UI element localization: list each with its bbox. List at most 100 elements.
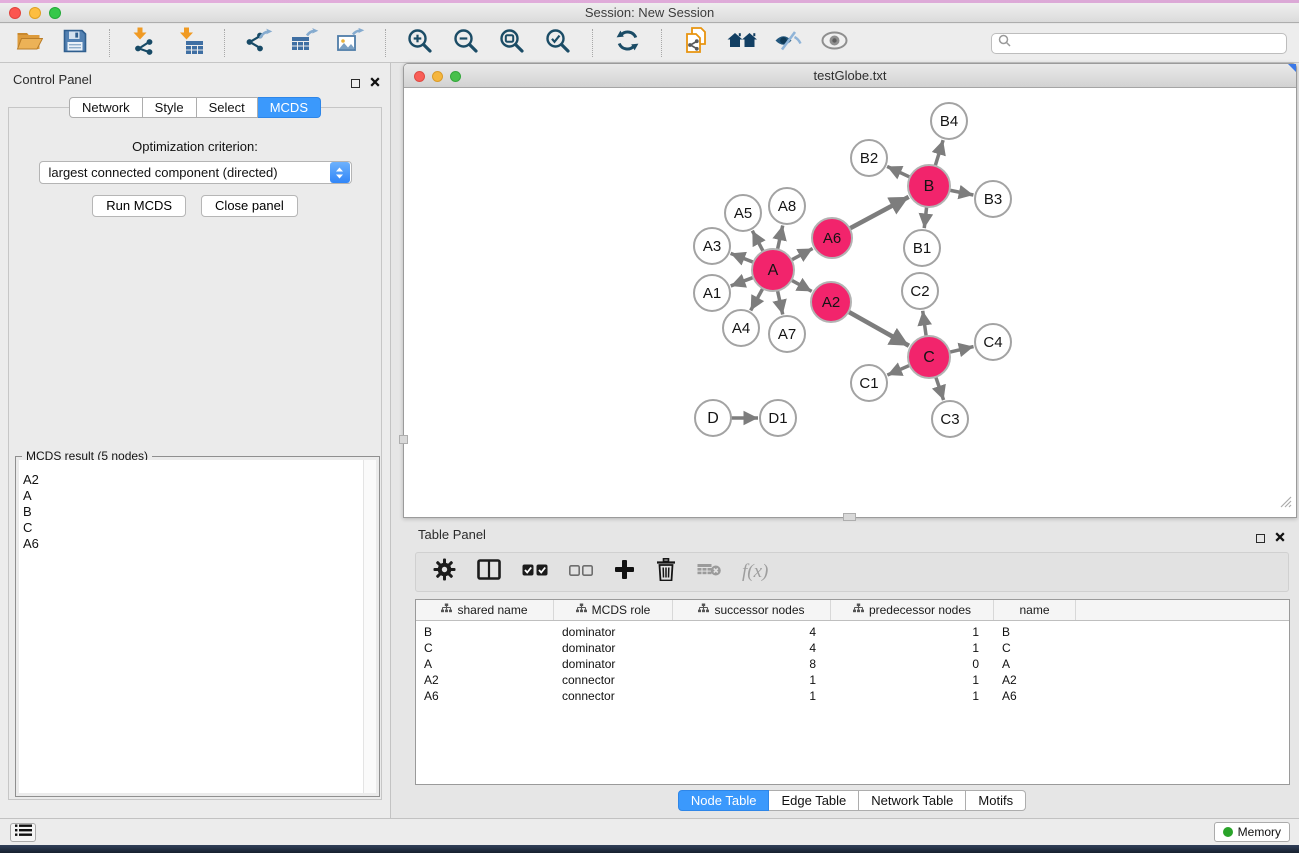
table-row[interactable]: Bdominator41B	[416, 624, 1289, 640]
select-all-rows-button[interactable]	[522, 563, 548, 581]
edge-B-B1[interactable]	[924, 206, 927, 228]
horizontal-splitter-handle[interactable]	[843, 513, 856, 521]
edge-A-A8[interactable]	[777, 226, 782, 251]
edge-C-C1[interactable]	[887, 365, 910, 375]
tab-network-table[interactable]: Network Table	[859, 790, 966, 811]
zoom-in-button[interactable]	[403, 28, 437, 59]
close-panel-button[interactable]: Close panel	[201, 195, 298, 217]
edge-A-A1[interactable]	[731, 277, 755, 286]
column-header-shared-name[interactable]: shared name	[416, 600, 554, 620]
network-graph[interactable]: AA1A3A4A5A7A8A6A2BB1B2B3B4CC1C2C3C4DD1	[405, 88, 1297, 517]
export-table-button[interactable]	[288, 28, 322, 59]
vertical-splitter-handle[interactable]	[399, 435, 408, 444]
function-builder-button[interactable]: f(x)	[742, 561, 768, 583]
network-window-titlebar[interactable]: testGlobe.txt	[404, 64, 1296, 88]
close-table-panel-icon[interactable]	[1275, 529, 1285, 547]
cell-name[interactable]: A6	[994, 689, 1076, 703]
edge-A2-C[interactable]	[848, 311, 909, 345]
cell-shared-name[interactable]: C	[416, 641, 554, 655]
run-mcds-button[interactable]: Run MCDS	[92, 195, 186, 217]
minimize-window-button[interactable]	[29, 7, 41, 19]
clone-network-button[interactable]	[679, 28, 713, 59]
cell-mcds-role[interactable]: dominator	[554, 641, 673, 655]
edge-A-A2[interactable]	[791, 280, 812, 292]
open-session-button[interactable]	[12, 28, 46, 59]
edge-B-B4[interactable]	[935, 140, 943, 167]
tab-edge-table[interactable]: Edge Table	[769, 790, 859, 811]
cell-shared-name[interactable]: A2	[416, 673, 554, 687]
hide-panels-button[interactable]	[771, 28, 805, 59]
close-window-button[interactable]	[9, 7, 21, 19]
show-panels-button[interactable]	[817, 28, 851, 59]
table-row[interactable]: A6connector11A6	[416, 688, 1289, 704]
tab-style[interactable]: Style	[143, 97, 197, 118]
import-table-button[interactable]	[173, 28, 207, 59]
network-close-button[interactable]	[414, 71, 425, 82]
column-header-name[interactable]: name	[994, 600, 1076, 620]
cell-successor-nodes[interactable]: 4	[673, 625, 831, 639]
zoom-selected-button[interactable]	[541, 28, 575, 59]
edge-C-C4[interactable]	[948, 347, 973, 353]
zoom-out-button[interactable]	[449, 28, 483, 59]
refresh-view-button[interactable]	[610, 28, 644, 59]
zoom-fit-button[interactable]	[495, 28, 529, 59]
tab-motifs[interactable]: Motifs	[966, 790, 1026, 811]
edge-A-A7[interactable]	[777, 290, 782, 315]
cell-mcds-role[interactable]: connector	[554, 673, 673, 687]
edge-B-B2[interactable]	[887, 166, 911, 177]
deselect-all-rows-button[interactable]	[569, 563, 593, 581]
cell-successor-nodes[interactable]: 1	[673, 673, 831, 687]
go-home-button[interactable]	[725, 28, 759, 59]
cell-predecessor-nodes[interactable]: 0	[831, 657, 994, 671]
add-row-button[interactable]	[614, 559, 635, 585]
table-settings-button[interactable]	[433, 558, 456, 586]
table-row[interactable]: Adominator80A	[416, 656, 1289, 672]
cell-shared-name[interactable]: A6	[416, 689, 554, 703]
cell-mcds-role[interactable]: connector	[554, 689, 673, 703]
cell-predecessor-nodes[interactable]: 1	[831, 673, 994, 687]
mcds-result-list[interactable]: A2ABCA6	[19, 460, 376, 793]
table-row[interactable]: Cdominator41C	[416, 640, 1289, 656]
cell-name[interactable]: A2	[994, 673, 1076, 687]
mcds-result-scrollbar[interactable]	[363, 460, 376, 793]
column-header-successor-nodes[interactable]: successor nodes	[673, 600, 831, 620]
float-panel-icon[interactable]	[351, 79, 360, 88]
zoom-window-button[interactable]	[49, 7, 61, 19]
edge-C-C3[interactable]	[935, 376, 943, 400]
network-zoom-button[interactable]	[450, 71, 461, 82]
task-history-button[interactable]	[10, 823, 36, 842]
cell-name[interactable]: A	[994, 657, 1076, 671]
import-network-button[interactable]	[127, 28, 161, 59]
edge-A-A6[interactable]	[791, 248, 813, 260]
cell-mcds-role[interactable]: dominator	[554, 657, 673, 671]
mcds-result-item[interactable]: C	[19, 520, 376, 536]
search-input[interactable]	[1015, 36, 1280, 50]
delete-row-button[interactable]	[656, 558, 676, 586]
tab-select[interactable]: Select	[197, 97, 258, 118]
edge-A6-B[interactable]	[849, 197, 909, 229]
cell-successor-nodes[interactable]: 8	[673, 657, 831, 671]
edge-A-A3[interactable]	[731, 253, 755, 262]
edge-C-C2[interactable]	[923, 311, 927, 337]
delete-table-button[interactable]	[697, 562, 721, 582]
column-header-mcds-role[interactable]: MCDS role	[554, 600, 673, 620]
tab-network[interactable]: Network	[69, 97, 143, 118]
mcds-result-item[interactable]: A6	[19, 536, 376, 552]
cell-predecessor-nodes[interactable]: 1	[831, 641, 994, 655]
table-row[interactable]: A2connector11A2	[416, 672, 1289, 688]
mcds-result-item[interactable]: B	[19, 504, 376, 520]
memory-button[interactable]: Memory	[1214, 822, 1290, 842]
edge-A-A4[interactable]	[751, 288, 764, 311]
tab-mcds[interactable]: MCDS	[258, 97, 321, 118]
cell-predecessor-nodes[interactable]: 1	[831, 625, 994, 639]
cell-predecessor-nodes[interactable]: 1	[831, 689, 994, 703]
search-box[interactable]	[991, 33, 1287, 54]
cell-successor-nodes[interactable]: 1	[673, 689, 831, 703]
cell-shared-name[interactable]: B	[416, 625, 554, 639]
export-image-button[interactable]	[334, 28, 368, 59]
birdseye-toggle-icon[interactable]	[1288, 64, 1296, 72]
cell-name[interactable]: B	[994, 625, 1076, 639]
mcds-result-item[interactable]: A	[19, 488, 376, 504]
export-network-button[interactable]	[242, 28, 276, 59]
cell-name[interactable]: C	[994, 641, 1076, 655]
